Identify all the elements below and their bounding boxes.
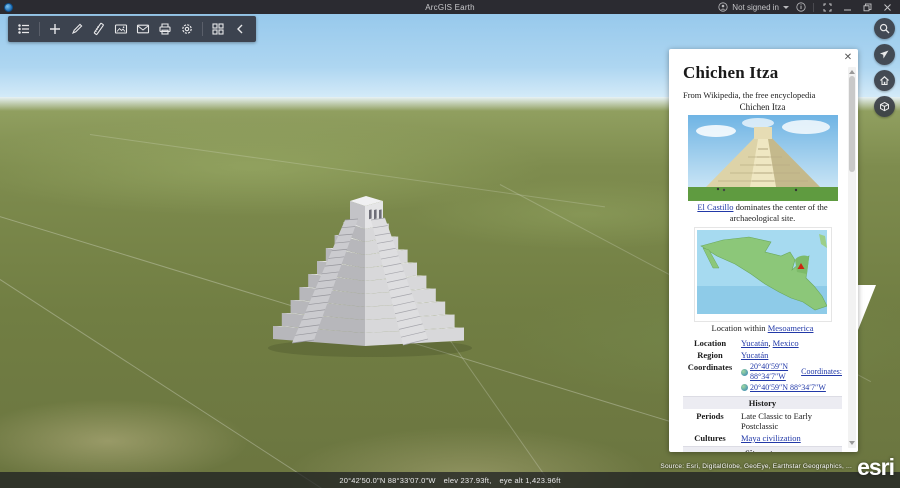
site-notes-header: Site notes — [683, 446, 842, 452]
yucatan-link[interactable]: Yucatán — [741, 338, 768, 348]
titlebar-divider — [813, 2, 814, 12]
location-row: Location Yucatán, Mexico — [693, 337, 799, 348]
fullscreen-button[interactable] — [821, 1, 834, 13]
table-of-contents-icon[interactable] — [14, 19, 34, 39]
user-account-icon — [718, 2, 728, 12]
chevron-down-icon — [783, 5, 789, 9]
collapse-toolbar-icon[interactable] — [230, 19, 250, 39]
minimize-button[interactable] — [841, 1, 854, 13]
about-info-icon[interactable] — [796, 2, 806, 12]
region-yucatan-link[interactable]: Yucatán — [741, 350, 768, 360]
scroll-down-icon[interactable] — [849, 441, 855, 445]
sign-in-label: Not signed in — [732, 2, 779, 12]
coordinates-link-1[interactable]: 20°40′59″N 88°34′7″W — [750, 362, 799, 383]
coordinates-label-link[interactable]: Coordinates: — [801, 367, 842, 377]
close-button[interactable] — [881, 1, 894, 13]
region-row: Region Yucatán — [697, 349, 769, 360]
scrollbar-thumb[interactable] — [849, 76, 855, 172]
map-caption: Location within Mesoamerica — [711, 323, 814, 334]
photo-caption: El Castillo dominates the center of the … — [697, 202, 828, 223]
scroll-up-icon[interactable] — [849, 70, 855, 74]
sign-in-menu[interactable]: Not signed in — [718, 2, 789, 12]
map-attribution: Source: Esri, DigitalGlobe, GeoEye, Eart… — [660, 463, 852, 470]
cursor-coordinates: 20°42'50.0"N 88°33'07.0"W — [339, 475, 436, 485]
esri-logo: esri — [857, 454, 895, 480]
cultures-row: Cultures Maya civilization — [694, 433, 801, 444]
home-button[interactable] — [874, 70, 895, 91]
mesoamerica-link[interactable]: Mesoamerica — [768, 323, 814, 333]
infobox-title: Chichen Itza — [739, 102, 786, 112]
coordinates-link-2[interactable]: 20°40′59″N 88°34′7″W — [750, 383, 826, 393]
apps-grid-icon[interactable] — [208, 19, 228, 39]
popup-close-icon[interactable]: ✕ — [842, 52, 854, 64]
search-button[interactable] — [874, 18, 895, 39]
main-toolbar — [8, 16, 256, 42]
coordinates-row: Coordinates 20°40′59″N 88°34′7″W Coordina… — [687, 361, 842, 393]
el-castillo-3d-model[interactable] — [252, 160, 484, 360]
globe-icon — [741, 368, 748, 376]
scene-view-button[interactable] — [874, 96, 895, 117]
status-bar: 20°42'50.0"N 88°33'07.0"W elev 237.93ft,… — [0, 472, 900, 488]
maya-civilization-link[interactable]: Maya civilization — [741, 433, 801, 443]
print-icon[interactable] — [155, 19, 175, 39]
history-header: History — [683, 396, 842, 410]
nav-rail — [874, 18, 895, 117]
draw-icon[interactable] — [67, 19, 87, 39]
popup-title: Chichen Itza — [683, 63, 779, 82]
email-share-icon[interactable] — [133, 19, 153, 39]
restore-button[interactable] — [861, 1, 874, 13]
navigate-button[interactable] — [874, 44, 895, 65]
image-overlay-icon[interactable] — [111, 19, 131, 39]
locator-map-frame — [693, 227, 832, 323]
el-castillo-photo[interactable] — [687, 115, 838, 201]
elevation-readout: elev 237.93ft, — [443, 475, 492, 485]
wiki-subtitle: From Wikipedia, the free encyclopedia — [683, 90, 816, 100]
settings-icon[interactable] — [177, 19, 197, 39]
periods-row: Periods Late Classic to Early Postclassi… — [696, 411, 813, 432]
feature-popup: ✕ Chichen Itza From Wikipedia, the free … — [669, 49, 858, 452]
mexico-link[interactable]: Mexico — [773, 338, 799, 348]
eye-altitude-readout: eye alt 1,423.96ft — [499, 475, 561, 485]
el-castillo-link[interactable]: El Castillo — [697, 202, 733, 212]
title-bar: ArcGIS Earth Not signed in — [0, 0, 900, 14]
add-data-icon[interactable] — [45, 19, 65, 39]
popup-scrollbar[interactable] — [848, 67, 856, 448]
globe-icon — [741, 384, 748, 392]
toolbar-divider — [202, 22, 203, 36]
mesoamerica-map[interactable] — [696, 230, 827, 315]
toolbar-divider — [39, 22, 40, 36]
arcgis-earth-window: ArcGIS Earth Not signed in ✕ Chichen Itz… — [0, 0, 900, 488]
measure-icon[interactable] — [89, 19, 109, 39]
